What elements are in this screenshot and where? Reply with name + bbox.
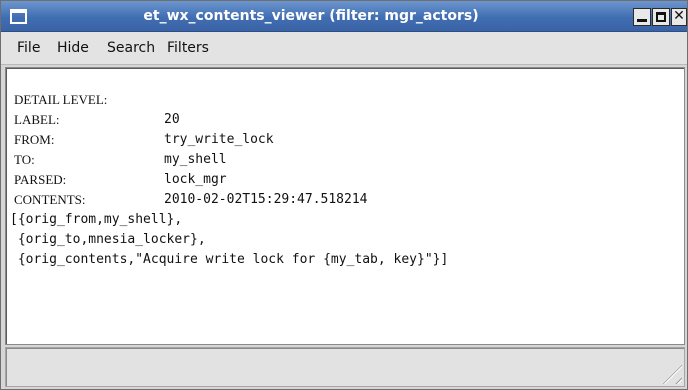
contents-line: [{orig_from,my_shell}, (10, 212, 183, 227)
field-value: lock_mgr (164, 172, 227, 187)
menu-search[interactable]: Search (107, 32, 155, 64)
contents-line: {orig_to,mnesia_locker}, (10, 232, 206, 247)
status-bar (5, 347, 685, 387)
minimize-button[interactable] (633, 8, 651, 26)
viewer-window: et_wx_contents_viewer (filter: mgr_actor… (0, 0, 688, 390)
field-value: try_write_lock (164, 132, 274, 147)
menu-bar: File Hide Search Filters (1, 32, 687, 65)
maximize-button[interactable] (652, 8, 670, 26)
resize-grip-icon[interactable] (656, 358, 682, 384)
field-key: CONTENTS: (14, 192, 86, 207)
field-value: my_shell (164, 152, 227, 167)
contents-text-area[interactable]: DETAIL LEVEL: 20 LABEL: try_write_lock F… (5, 67, 685, 345)
contents-line: {orig_contents,"Acquire write lock for {… (10, 252, 449, 267)
field-value: 20 (164, 112, 180, 127)
window-title: et_wx_contents_viewer (filter: mgr_actor… (143, 8, 479, 24)
menu-hide[interactable]: Hide (57, 32, 89, 64)
minimize-icon (637, 19, 647, 22)
close-icon: ✕ (673, 8, 685, 24)
field-row: DETAIL LEVEL: 20 (10, 70, 180, 127)
maximize-icon (656, 12, 666, 22)
field-row: LABEL: try_write_lock (10, 90, 274, 147)
field-row: TO: lock_mgr (10, 130, 227, 187)
field-row: CONTENTS: (10, 170, 86, 207)
field-value: 2010-02-02T15:29:47.518214 (164, 192, 368, 207)
menu-filters[interactable]: Filters (167, 32, 209, 64)
menu-file[interactable]: File (17, 32, 40, 64)
field-row: FROM: my_shell (10, 110, 227, 167)
field-row: PARSED: 2010-02-02T15:29:47.518214 (10, 150, 368, 207)
close-button[interactable]: ✕ (671, 8, 687, 26)
title-bar[interactable]: et_wx_contents_viewer (filter: mgr_actor… (1, 1, 687, 32)
